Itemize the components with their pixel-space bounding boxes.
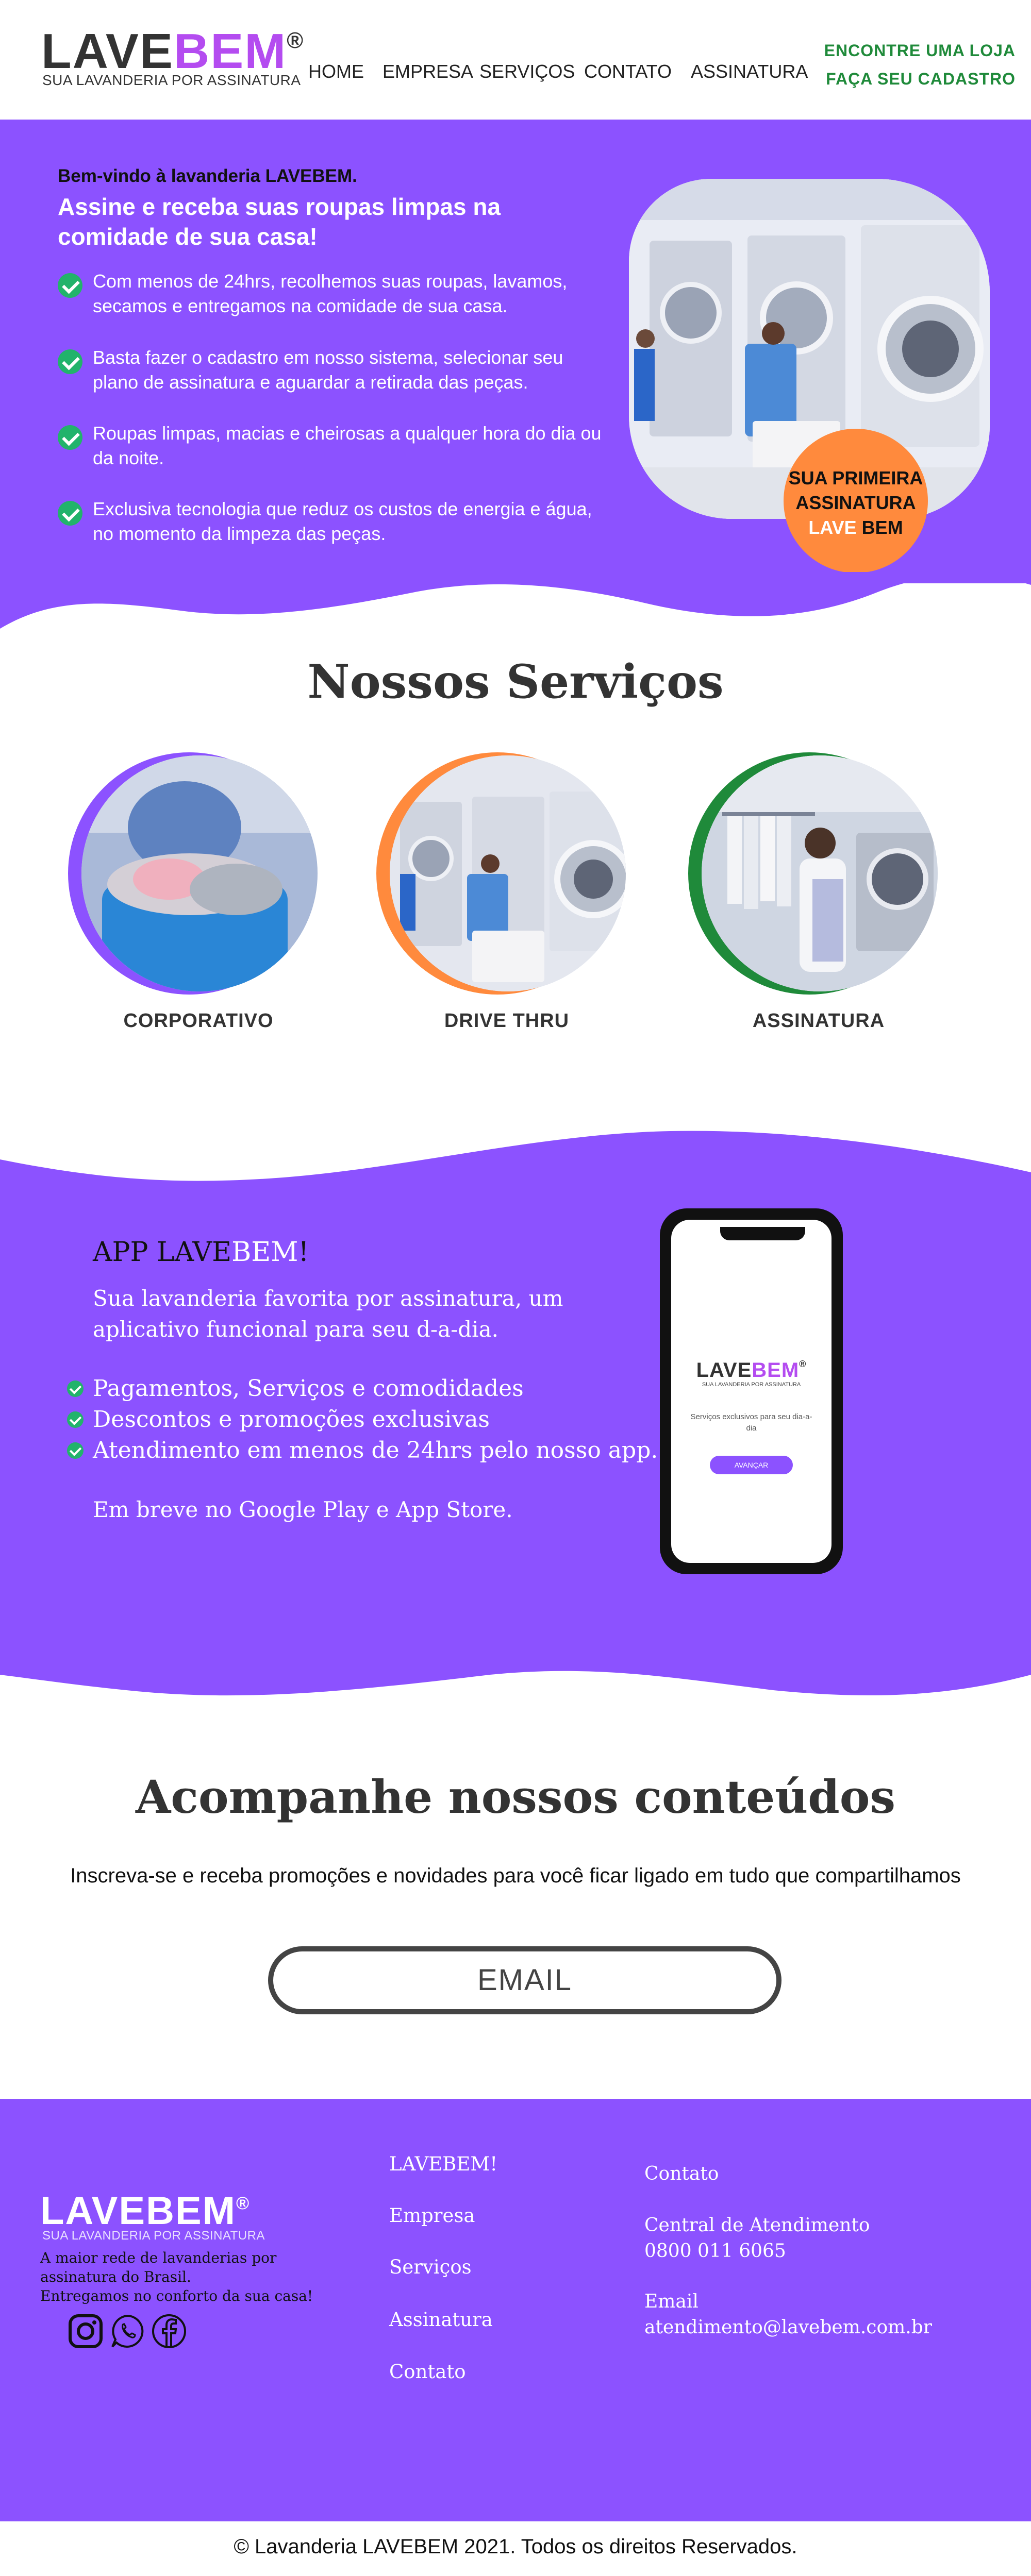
app-description: Sua lavanderia favorita por assinatura, … [93, 1286, 563, 1342]
check-circle-icon [58, 501, 82, 526]
first-subscription-badge[interactable]: SUA PRIMEIRA ASSINATURA LAVE BEM [784, 429, 928, 573]
site-header: LAVEBEM® SUA LAVANDERIA POR ASSINATURA H… [0, 0, 1031, 120]
footer-link-servicos[interactable]: Serviços [389, 2256, 472, 2278]
newsletter-title: Acompanhe nossos conteúdos [135, 1770, 896, 1824]
app-store-note: Em breve no Google Play e App Store. [93, 1497, 513, 1522]
footer-email-label: Email [644, 2291, 699, 2312]
phone-logo: LAVEBEM® [671, 1359, 832, 1382]
instagram-icon[interactable] [67, 2313, 104, 2350]
site-footer: LAVEBEM® SUA LAVANDERIA POR ASSINATURA A… [0, 2099, 1031, 2521]
whatsapp-icon[interactable] [109, 2313, 146, 2350]
header-logo-subtitle: SUA LAVANDERIA POR ASSINATURA [42, 72, 301, 88]
app-title-bem: BEM [231, 1237, 298, 1268]
hero-title: Assine e receba suas roupas limpas na co… [58, 193, 501, 250]
check-circle-icon [67, 1442, 84, 1459]
app-feature-text: Pagamentos, Serviços e comodidades [93, 1375, 524, 1402]
service-photo-corporativo[interactable] [81, 755, 318, 991]
footer-link-empresa[interactable]: Empresa [389, 2204, 475, 2227]
header-logo[interactable]: LAVEBEM® [41, 27, 304, 76]
app-title: APP LAVEBEM! [93, 1237, 309, 1268]
phone-logo-bem: BEM [752, 1359, 800, 1382]
footer-logo-reg: ® [236, 2194, 251, 2213]
check-circle-icon [58, 349, 82, 374]
nav-empresa[interactable]: EMPRESA [383, 61, 473, 82]
check-circle-icon [67, 1380, 84, 1397]
phone-logo-reg: ® [799, 1359, 807, 1369]
hero-bullet: Com menos de 24hrs, recolhemos suas roup… [58, 269, 599, 331]
register-link[interactable]: FAÇA SEU CADASTRO [826, 70, 1016, 89]
hero-bullet: Roupas limpas, macias e cheirosas a qual… [58, 421, 602, 483]
phone-tagline: Serviços exclusivos para seu dia-a-dia [690, 1412, 812, 1433]
footer-logo-subtitle: SUA LAVANDERIA POR ASSINATURA [42, 2229, 265, 2243]
app-feature-item: Descontos e promoções exclusivas [67, 1404, 686, 1435]
app-title-prefix: APP LAVE [93, 1237, 232, 1268]
footer-support-phone[interactable]: 0800 011 6065 [644, 2239, 786, 2264]
newsletter-subtitle: Inscreva-se e receba promoções e novidad… [70, 1864, 961, 1887]
hero-kicker: Bem-vindo à lavanderia LAVEBEM. [58, 166, 357, 186]
service-label-corporativo[interactable]: CORPORATIVO [77, 1010, 320, 1032]
facebook-icon[interactable] [151, 2313, 188, 2350]
service-label-assinatura[interactable]: ASSINATURA [697, 1010, 940, 1032]
app-feature-item: Pagamentos, Serviços e comodidades [67, 1373, 686, 1404]
hero-bullet: Exclusiva tecnologia que reduz os custos… [58, 497, 599, 559]
hero-bullet-text: Exclusiva tecnologia que reduz os custos… [93, 498, 592, 544]
hero-wave-divider [0, 572, 1031, 629]
footer-tagline: A maior rede de lavanderias por assinatu… [40, 2248, 329, 2305]
hero-bullet-text: Basta fazer o cadastro em nosso sistema,… [93, 347, 563, 393]
phone-screen: LAVEBEM® SUA LAVANDERIA POR ASSINATURA S… [671, 1220, 832, 1563]
service-label-drive-thru[interactable]: DRIVE THRU [386, 1010, 628, 1032]
footer-support-label: Central de Atendimento [644, 2215, 870, 2236]
nav-contato[interactable]: CONTATO [584, 61, 672, 82]
footer-contact-heading: Contato [644, 2163, 719, 2184]
app-feature-text: Descontos e promoções exclusivas [93, 1406, 490, 1433]
logo-bem-text: BEM [173, 24, 287, 79]
check-circle-icon [58, 425, 82, 450]
hero-bullet-text: Roupas limpas, macias e cheirosas a qual… [93, 423, 602, 468]
footer-logo-lave: LAVE [40, 2189, 146, 2233]
footer-logo[interactable]: LAVEBEM® [40, 2192, 250, 2231]
phone-logo-subtitle: SUA LAVANDERIA POR ASSINATURA [702, 1382, 801, 1388]
find-store-link[interactable]: ENCONTRE UMA LOJA [824, 41, 1016, 60]
nav-assinatura[interactable]: ASSINATURA [691, 61, 808, 82]
service-photo-assinatura[interactable] [702, 755, 938, 991]
app-section: APP LAVEBEM! Sua lavanderia favorita por… [0, 1134, 1031, 1701]
badge-lave: LAVE [808, 517, 857, 538]
footer-email-link[interactable]: atendimento@lavebem.com.br [644, 2315, 932, 2340]
footer-link-assinatura[interactable]: Assinatura [389, 2309, 493, 2331]
service-photo-drive-thru[interactable] [390, 755, 626, 991]
phone-logo-lave: LAVE [696, 1359, 752, 1382]
app-feature-item: Atendimento em menos de 24hrs pelo nosso… [67, 1435, 686, 1466]
footer-link-lavebem[interactable]: LAVEBEM! [389, 2153, 497, 2175]
footer-tagline-line: A maior rede de lavanderias por [40, 2249, 277, 2266]
app-feature-text: Atendimento em menos de 24hrs pelo nosso… [93, 1437, 658, 1463]
nav-servicos[interactable]: SERVIÇOS [479, 61, 575, 82]
phone-advance-button[interactable]: AVANÇAR [710, 1456, 793, 1474]
badge-bem: BEM [861, 517, 903, 538]
services-title: Nossos Serviços [307, 654, 724, 709]
hero-bullet: Basta fazer o cadastro em nosso sistema,… [58, 345, 599, 407]
badge-line-1: SUA PRIMEIRA [788, 467, 923, 489]
badge-line-2: ASSINATURA [795, 492, 916, 513]
logo-registered-mark: ® [287, 28, 305, 53]
app-title-suffix: ! [298, 1237, 309, 1268]
check-circle-icon [67, 1411, 84, 1428]
logo-lave-text: LAVE [41, 24, 174, 79]
phone-mockup: LAVEBEM® SUA LAVANDERIA POR ASSINATURA S… [660, 1208, 843, 1574]
footer-tagline-line: Entregamos no conforto da sua casa! [40, 2287, 313, 2304]
footer-tagline-line: assinatura do Brasil. [40, 2268, 191, 2285]
hero-bullet-text: Com menos de 24hrs, recolhemos suas roup… [93, 271, 568, 316]
footer-logo-bem: BEM [146, 2189, 236, 2233]
hero-section: Bem-vindo à lavanderia LAVEBEM. Assine e… [0, 120, 1031, 583]
footer-link-contato[interactable]: Contato [389, 2361, 466, 2383]
copyright-text: © Lavanderia LAVEBEM 2021. Todos os dire… [234, 2535, 797, 2558]
check-circle-icon [58, 273, 82, 298]
newsletter-email-input[interactable]: EMAIL [268, 1946, 781, 2014]
nav-home[interactable]: HOME [308, 61, 364, 82]
phone-notch [720, 1227, 805, 1240]
